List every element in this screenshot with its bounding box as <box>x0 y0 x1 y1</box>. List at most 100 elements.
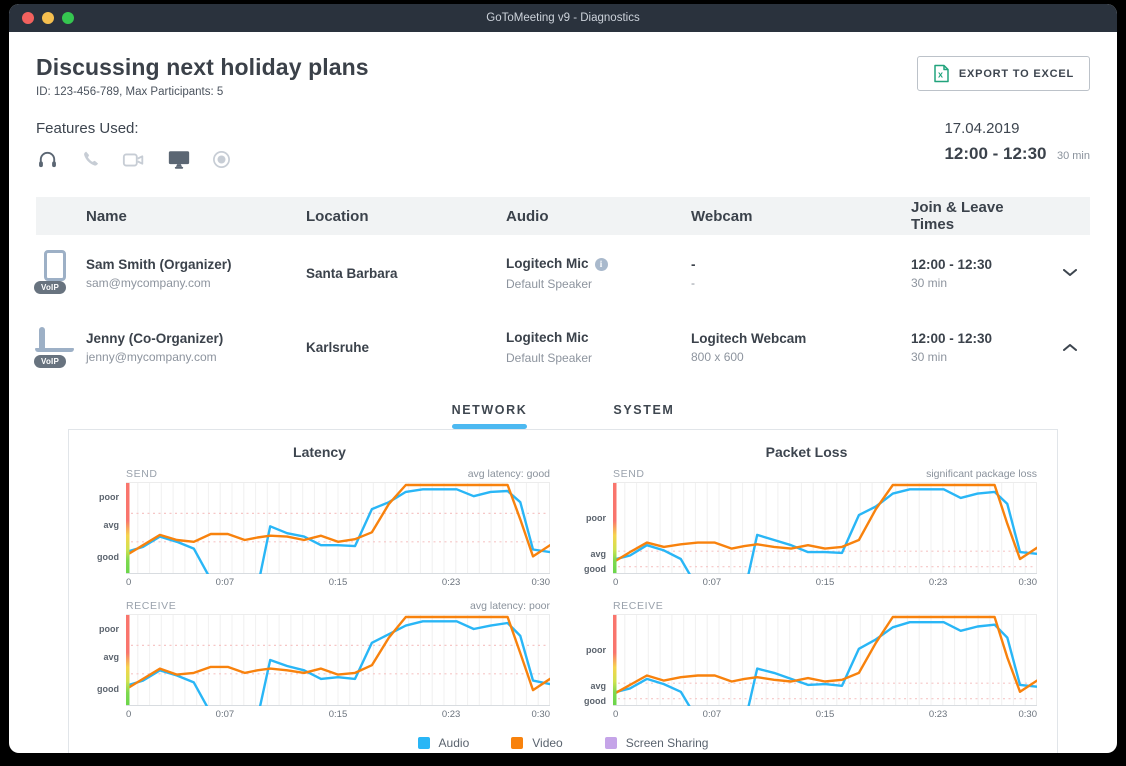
meeting-datetime-block: 17.04.2019 12:00 - 12:30 30 min <box>944 120 1090 171</box>
meeting-header: Discussing next holiday plans ID: 123-45… <box>36 54 369 98</box>
close-window-button[interactable] <box>22 12 34 24</box>
legend-item-screen-sharing: Screen Sharing <box>605 736 709 750</box>
x-axis-tick-label: 0:07 <box>703 709 722 720</box>
tab-network[interactable]: NETWORK <box>438 399 542 429</box>
tablet-device-icon <box>44 250 66 281</box>
headset-icon <box>36 148 59 171</box>
y-axis-label: poor <box>586 645 606 655</box>
x-axis-tick-label: 0 <box>613 577 618 588</box>
info-icon[interactable]: i <box>595 258 608 271</box>
y-axis-label: avg <box>590 681 606 691</box>
direction-label: SEND <box>126 468 158 480</box>
y-axis-label: good <box>97 552 119 562</box>
titlebar: GoToMeeting v9 - Diagnostics <box>9 4 1117 32</box>
collapse-row-chevron-icon[interactable] <box>1063 343 1077 351</box>
session-duration: 30 min <box>911 276 1050 290</box>
column-header-join-leave: Join & Leave Times <box>911 199 1050 233</box>
x-axis-tick-label: 0:07 <box>216 577 235 588</box>
packet-loss-send-chart: SEND significant package loss pooravggoo… <box>576 468 1037 588</box>
participant-name: Sam Smith (Organizer) <box>86 257 306 272</box>
latency-column: Latency SEND avg latency: good poor avg go… <box>89 444 550 724</box>
x-axis-tick-label: 0:07 <box>703 577 722 588</box>
column-header-audio: Audio <box>506 208 691 225</box>
audio-device: Logitech Mic <box>506 256 589 271</box>
zoom-window-button[interactable] <box>62 12 74 24</box>
record-icon <box>212 150 231 169</box>
audio-speaker: Default Speaker <box>506 351 691 365</box>
x-axis-tick-label: 0:23 <box>929 577 948 588</box>
phone-icon <box>80 149 101 170</box>
latency-receive-chart: RECEIVE avg latency: poor pooravggood 00… <box>89 600 550 720</box>
y-axis-label: poor <box>586 513 606 523</box>
audio-speaker: Default Speaker <box>506 277 691 291</box>
chart-annotation: avg latency: good <box>468 468 550 480</box>
screen-share-icon <box>167 149 191 170</box>
chart-plot <box>126 614 550 706</box>
direction-label: RECEIVE <box>613 600 663 612</box>
latency-send-chart: SEND avg latency: good pooravggood 00:07… <box>89 468 550 588</box>
app-window: GoToMeeting v9 - Diagnostics Discussing … <box>9 4 1117 753</box>
chart-title-latency: Latency <box>89 444 550 460</box>
y-axis-label: avg <box>103 652 119 662</box>
excel-file-icon: x <box>933 64 950 83</box>
window-title: GoToMeeting v9 - Diagnostics <box>486 12 639 24</box>
chart-plot <box>613 614 1037 706</box>
packet-loss-receive-chart: RECEIVE pooravggood 00:070:150:230:30 <box>576 600 1037 720</box>
x-axis-tick-label: 0:15 <box>329 709 348 720</box>
webcam-resolution: - <box>691 276 911 290</box>
webcam-device: - <box>691 257 911 272</box>
participant-name: Jenny (Co-Organizer) <box>86 331 306 346</box>
participant-email: sam@mycompany.com <box>86 276 306 290</box>
table-header-row: Name Location Audio Webcam Join & Leave … <box>36 197 1090 235</box>
webcam-icon <box>122 150 146 170</box>
audio-color-swatch <box>418 737 430 749</box>
meeting-duration: 30 min <box>1057 150 1090 162</box>
video-color-swatch <box>511 737 523 749</box>
svg-text:x: x <box>938 70 944 80</box>
feature-icons <box>36 148 231 171</box>
participant-location: Karlsruhe <box>306 340 506 355</box>
device-cell: VoIP <box>36 250 86 296</box>
participant-email: jenny@mycompany.com <box>86 350 306 364</box>
y-axis-label: avg <box>103 520 119 530</box>
diagnostics-tabs: NETWORK SYSTEM <box>36 399 1090 429</box>
y-axis-labels: pooravggood <box>89 482 126 574</box>
column-header-webcam: Webcam <box>691 208 911 225</box>
export-to-excel-button[interactable]: x EXPORT TO EXCEL <box>917 56 1090 91</box>
x-axis-tick-label: 0:15 <box>329 577 348 588</box>
join-leave-time: 12:00 - 12:30 <box>911 331 1050 346</box>
x-axis-tick-label: 0 <box>613 709 618 720</box>
x-axis-tick-label: 0:30 <box>532 709 551 720</box>
minimize-window-button[interactable] <box>42 12 54 24</box>
x-axis-ticks: 00:070:150:230:30 <box>613 706 1037 720</box>
x-axis-ticks: 00:070:150:230:30 <box>126 574 550 588</box>
x-axis-tick-label: 0:23 <box>442 577 461 588</box>
chart-title-packet-loss: Packet Loss <box>576 444 1037 460</box>
x-axis-tick-label: 0:30 <box>532 577 551 588</box>
voip-badge: VoIP <box>34 281 66 294</box>
page-title: Discussing next holiday plans <box>36 54 369 81</box>
legend-item-video: Video <box>511 736 562 750</box>
y-axis-label: good <box>97 684 119 694</box>
window-controls <box>22 12 74 24</box>
expand-row-chevron-icon[interactable] <box>1063 269 1077 277</box>
x-axis-ticks: 00:070:150:230:30 <box>126 706 550 720</box>
voip-badge: VoIP <box>34 355 66 368</box>
meeting-id-subtitle: ID: 123-456-789, Max Participants: 5 <box>36 86 369 98</box>
chart-legend: Audio Video Screen Sharing <box>89 736 1037 753</box>
table-row: VoIP Sam Smith (Organizer) sam@mycompany… <box>36 235 1090 309</box>
y-axis-label: poor <box>99 624 119 634</box>
x-axis-ticks: 00:070:150:230:30 <box>613 574 1037 588</box>
session-duration: 30 min <box>911 350 1050 364</box>
tab-system[interactable]: SYSTEM <box>599 399 688 429</box>
column-header-name: Name <box>86 208 306 225</box>
x-axis-tick-label: 0:15 <box>816 577 835 588</box>
screen-sharing-color-swatch <box>605 737 617 749</box>
y-axis-labels: poor avg good <box>89 614 126 706</box>
participants-table: Name Location Audio Webcam Join & Leave … <box>36 197 1090 383</box>
table-row: VoIP Jenny (Co-Organizer) jenny@mycompan… <box>36 309 1090 383</box>
y-axis-label: good <box>584 564 606 574</box>
x-axis-tick-label: 0:23 <box>442 709 461 720</box>
legend-item-audio: Audio <box>418 736 470 750</box>
audio-device: Logitech Mic <box>506 330 589 345</box>
